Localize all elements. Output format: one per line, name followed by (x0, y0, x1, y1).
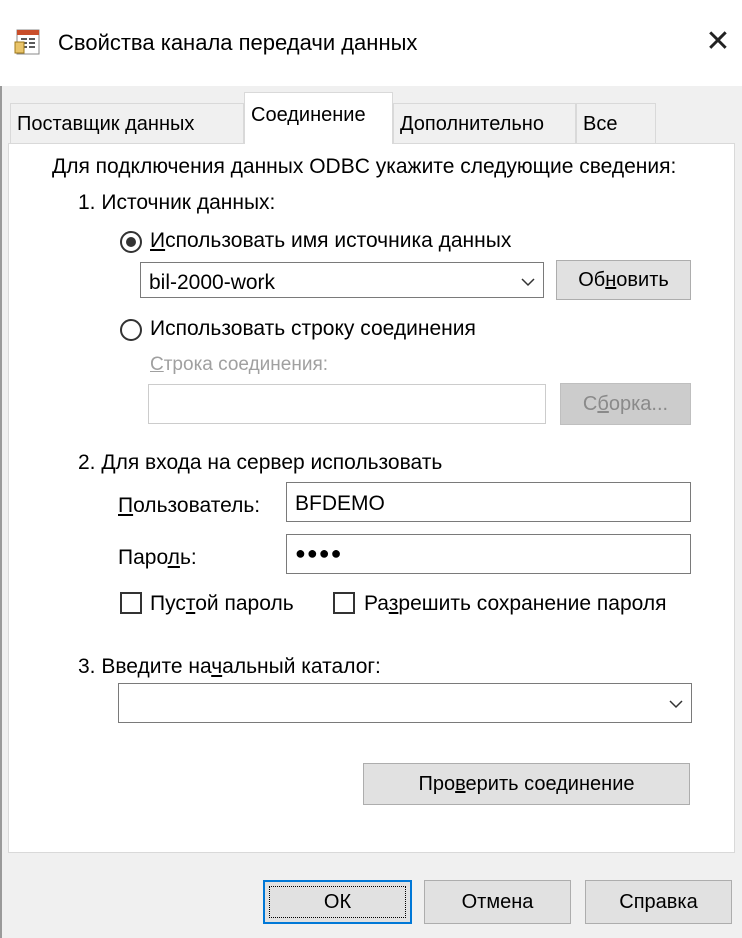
section3-heading: 3. Введите начальный каталог: (78, 655, 381, 679)
chevron-down-icon (669, 700, 683, 709)
mnemonic: т (185, 592, 196, 615)
catalog-combobox[interactable] (118, 683, 692, 723)
refresh-label: Обновить (557, 261, 690, 299)
mnemonic: И (150, 229, 166, 252)
mnemonic: б (597, 393, 609, 415)
dsn-value: bil-2000-work (149, 271, 276, 294)
tab-all[interactable]: Все (576, 103, 656, 143)
close-icon[interactable]: ✕ (698, 22, 738, 62)
title-bar[interactable]: Свойства канала передачи данных ✕ (0, 0, 742, 86)
build-button[interactable]: Сборка... (560, 383, 691, 425)
test-connection-label: Проверить соединение (364, 764, 689, 804)
allow-save-password-checkbox[interactable] (333, 592, 355, 614)
section1-heading: 1. Источник данных: (78, 191, 276, 214)
connstring-input[interactable] (148, 384, 546, 424)
tab-connection[interactable]: Соединение (244, 92, 393, 144)
ok-label: ОК (323, 891, 352, 913)
t1: Про (418, 773, 456, 795)
build-label: Сборка... (561, 384, 690, 424)
tab-label: Дополнительно (400, 113, 544, 135)
t2: инения (406, 317, 476, 340)
tab-label: Все (583, 113, 618, 135)
use-dsn-label[interactable]: Использовать имя источника данных (150, 229, 511, 253)
cancel-button[interactable]: Отмена (424, 880, 571, 924)
mnemonic: д (393, 317, 407, 340)
use-dsn-radio[interactable] (120, 231, 142, 253)
label-text: спользовать имя источника данных (165, 229, 512, 252)
t2: ерить соединение (465, 773, 635, 795)
radio-selected-dot (126, 237, 136, 247)
use-connstring-radio[interactable] (120, 319, 142, 341)
t2: решить сохранение пароля (398, 592, 667, 615)
t2: овить (616, 269, 669, 291)
data-link-icon (14, 28, 44, 56)
label-text: трока соединения: (163, 354, 329, 375)
help-button[interactable]: Справка (585, 880, 732, 924)
window-border (0, 0, 2, 938)
mnemonic: з (388, 592, 399, 615)
t1: С (582, 393, 598, 415)
tab-label: Соединение (251, 104, 366, 126)
allow-save-password-label[interactable]: Разрешить сохранение пароля (364, 592, 666, 616)
t1: Паро (118, 546, 168, 569)
t1: 3. Введите на (78, 655, 212, 678)
test-connection-button[interactable]: Проверить соединение (363, 763, 690, 805)
cancel-label: Отмена (461, 891, 534, 913)
mnemonic: л (167, 546, 180, 569)
password-value: ●●●● (295, 543, 343, 563)
mnemonic: ч (211, 655, 223, 678)
mnemonic: в (455, 773, 466, 795)
dsn-combobox[interactable]: bil-2000-work (140, 262, 544, 298)
t2: ь: (179, 546, 197, 569)
tab-label: Поставщик данных (17, 113, 195, 135)
label-text: ользователь: (133, 494, 261, 517)
password-input[interactable]: ●●●● (286, 534, 691, 574)
window-title: Свойства канала передачи данных (58, 30, 418, 55)
t2: орка... (608, 393, 669, 415)
mnemonic: С (150, 354, 164, 375)
t1: Ра (364, 592, 389, 615)
connstring-label: Строка соединения: (150, 354, 328, 376)
t1: Об (578, 269, 606, 291)
ok-button[interactable]: ОК (263, 880, 412, 924)
t1: Пус (150, 592, 186, 615)
tab-advanced[interactable]: Дополнительно (393, 103, 576, 143)
mnemonic: н (605, 269, 617, 291)
password-label: Пароль: (118, 546, 197, 570)
intro-text: Для подключения данных ODBC укажите след… (52, 155, 677, 178)
section2-heading: 2. Для входа на сервер использовать (78, 451, 443, 474)
user-value: BFDEMO (295, 492, 385, 515)
t2: альный каталог: (222, 655, 381, 678)
help-label: Справка (619, 891, 698, 913)
use-connstring-label[interactable]: Использовать строку соединения (150, 317, 476, 341)
refresh-button[interactable]: Обновить (556, 260, 691, 300)
blank-password-label[interactable]: Пустой пароль (150, 592, 294, 616)
blank-password-checkbox[interactable] (120, 592, 142, 614)
chevron-down-icon (521, 278, 535, 287)
t2: ой пароль (195, 592, 294, 615)
tab-provider[interactable]: Поставщик данных (10, 103, 244, 143)
t1: Использовать строку сое (150, 317, 394, 340)
user-input[interactable]: BFDEMO (286, 482, 691, 522)
user-label: Пользователь: (118, 494, 260, 518)
mnemonic: П (118, 494, 134, 517)
